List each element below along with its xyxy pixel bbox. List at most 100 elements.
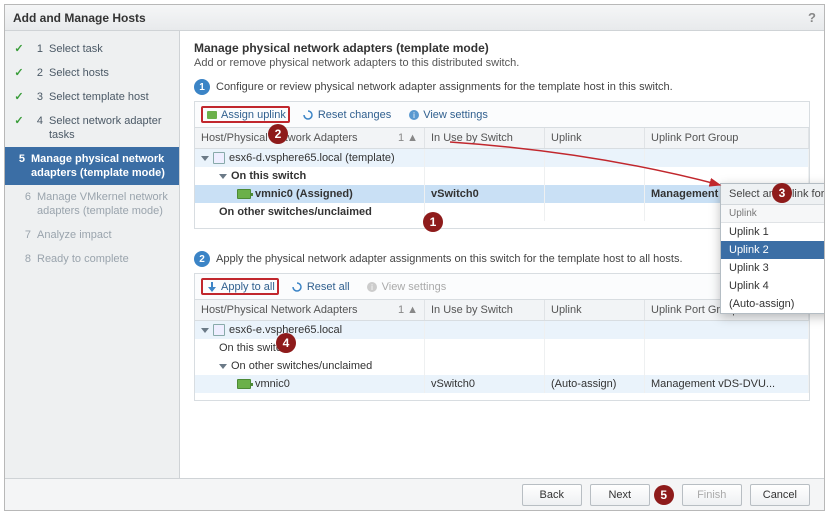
- section-1-text: Configure or review physical network ada…: [216, 81, 673, 93]
- check-icon: ✓: [13, 90, 25, 104]
- col-portgroup[interactable]: Uplink Port Group: [645, 128, 809, 148]
- col-adapters[interactable]: Host/Physical Network Adapters 1 ▲: [195, 128, 425, 148]
- col-inuse[interactable]: In Use by Switch: [425, 300, 545, 320]
- main-panel: Manage physical network adapters (templa…: [180, 31, 824, 478]
- col-inuse[interactable]: In Use by Switch: [425, 128, 545, 148]
- group-label: On this switch: [231, 170, 306, 182]
- host-row[interactable]: esx6-d.vsphere65.local (template): [195, 149, 809, 167]
- popup-header: Uplink Assigned Adapter: [721, 205, 824, 223]
- step-label: Manage physical network adapters (templa…: [31, 152, 171, 180]
- popup-row-autoassign[interactable]: (Auto-assign): [721, 295, 824, 313]
- next-button[interactable]: Next: [590, 484, 650, 506]
- group-label: On other switches/unclaimed: [219, 206, 372, 218]
- expand-icon[interactable]: [219, 174, 227, 179]
- expand-icon[interactable]: [201, 328, 209, 333]
- apply-to-all-button[interactable]: Apply to all: [201, 278, 279, 295]
- reset-changes-label: Reset changes: [318, 109, 391, 121]
- step-num: 1: [31, 42, 43, 56]
- popup-col-uplink: Uplink: [721, 205, 824, 222]
- assign-uplink-label: Assign uplink: [221, 109, 286, 121]
- host-icon: [213, 324, 225, 336]
- uplink-cell: [545, 185, 645, 203]
- grid-1-body: esx6-d.vsphere65.local (template) On thi…: [194, 149, 810, 229]
- vmnic-row[interactable]: vmnic0 (Assigned) vSwitch0 Management vD…: [195, 185, 809, 203]
- reset-all-button[interactable]: Reset all: [287, 278, 354, 295]
- popup-row-uplink2[interactable]: Uplink 2--: [721, 241, 824, 259]
- vmnic-label: vmnic0: [255, 378, 290, 390]
- step-num: 4: [31, 114, 43, 128]
- reset-all-label: Reset all: [307, 281, 350, 293]
- cancel-button[interactable]: Cancel: [750, 484, 810, 506]
- reset-changes-button[interactable]: Reset changes: [298, 106, 395, 123]
- group-label: On other switches/unclaimed: [231, 360, 372, 372]
- section-2-line: 2 Apply the physical network adapter ass…: [194, 251, 810, 267]
- info-icon: i: [407, 108, 420, 121]
- section-2-text: Apply the physical network adapter assig…: [216, 253, 683, 265]
- col-uplink[interactable]: Uplink: [545, 300, 645, 320]
- popup-row-uplink1[interactable]: Uplink 1vmnic0: [721, 223, 824, 241]
- reset-icon: [302, 108, 315, 121]
- page-subtitle: Add or remove physical network adapters …: [194, 57, 810, 69]
- toolbar-2: Apply to all Reset all i View settings: [194, 273, 810, 299]
- dialog-title: Add and Manage Hosts: [13, 11, 146, 25]
- host-icon: [213, 152, 225, 164]
- other-switches-row[interactable]: On other switches/unclaimed: [195, 203, 809, 221]
- step-label: Select task: [49, 42, 103, 56]
- wizard-step-6[interactable]: 6 Manage VMkernel network adapters (temp…: [5, 185, 179, 223]
- assign-uplink-button[interactable]: Assign uplink: [201, 106, 290, 123]
- view-settings-label: View settings: [423, 109, 488, 121]
- grid-2-header: Host/Physical Network Adapters 1 ▲ In Us…: [194, 299, 810, 321]
- reset-icon: [291, 280, 304, 293]
- view-settings-button[interactable]: i View settings: [403, 106, 492, 123]
- wizard-step-5[interactable]: 5 Manage physical network adapters (temp…: [5, 147, 179, 185]
- annotation-5: 5: [654, 485, 674, 505]
- uplink-popup: Select an Uplink for vmnic0 Uplink Assig…: [720, 183, 824, 314]
- annotation-4: 4: [276, 333, 296, 353]
- step-label: Manage VMkernel network adapters (templa…: [37, 190, 171, 218]
- back-button[interactable]: Back: [522, 484, 582, 506]
- step-num: 8: [19, 252, 31, 266]
- section-number-icon: 2: [194, 251, 210, 267]
- popup-row-uplink3[interactable]: Uplink 3--: [721, 259, 824, 277]
- wizard-step-2[interactable]: ✓ 2 Select hosts: [5, 61, 179, 85]
- wizard-step-8[interactable]: 8 Ready to complete: [5, 247, 179, 271]
- check-icon: ✓: [13, 66, 25, 80]
- annotation-3: 3: [772, 183, 792, 203]
- expand-icon[interactable]: [219, 364, 227, 369]
- wizard-step-3[interactable]: ✓ 3 Select template host: [5, 85, 179, 109]
- col-uplink[interactable]: Uplink: [545, 128, 645, 148]
- step-num: 7: [19, 228, 31, 242]
- wizard-step-1[interactable]: ✓ 1 Select task: [5, 37, 179, 61]
- annotation-1: 1: [423, 212, 443, 232]
- wizard-step-7[interactable]: 7 Analyze impact: [5, 223, 179, 247]
- section-1-line: 1 Configure or review physical network a…: [194, 79, 810, 95]
- nic-icon: [237, 189, 251, 199]
- wizard-step-4[interactable]: ✓ 4 Select network adapter tasks: [5, 109, 179, 147]
- other-switches-row[interactable]: On other switches/unclaimed: [195, 357, 809, 375]
- toolbar-1: Assign uplink Reset changes i View setti…: [194, 101, 810, 127]
- step-num: 5: [13, 152, 25, 166]
- info-icon: i: [366, 280, 379, 293]
- portgroup-cell: Management vDS-DVU...: [645, 375, 809, 393]
- col-adapters[interactable]: Host/Physical Network Adapters 1 ▲: [195, 300, 425, 320]
- view-settings-label: View settings: [382, 281, 447, 293]
- popup-row-uplink4[interactable]: Uplink 4--: [721, 277, 824, 295]
- dialog-footer: Back Next 5 Finish Cancel: [5, 478, 824, 510]
- help-icon[interactable]: ?: [808, 10, 816, 25]
- section-number-icon: 1: [194, 79, 210, 95]
- step-label: Select network adapter tasks: [49, 114, 171, 142]
- page-heading: Manage physical network adapters (templa…: [194, 41, 810, 55]
- annotation-2: 2: [268, 124, 288, 144]
- vswitch-cell: vSwitch0: [425, 185, 545, 203]
- titlebar: Add and Manage Hosts ?: [5, 5, 824, 31]
- vmnic-row[interactable]: vmnic0 vSwitch0 (Auto-assign) Management…: [195, 375, 809, 393]
- assign-icon: [205, 108, 218, 121]
- step-label: Analyze impact: [37, 228, 112, 242]
- on-this-switch-row[interactable]: On this switch: [195, 167, 809, 185]
- step-num: 2: [31, 66, 43, 80]
- view-settings-button-2: i View settings: [362, 278, 451, 295]
- apply-icon: [205, 280, 218, 293]
- vmnic-label: vmnic0 (Assigned): [255, 188, 353, 200]
- wizard-sidebar: ✓ 1 Select task ✓ 2 Select hosts ✓ 3 Sel…: [5, 31, 180, 478]
- expand-icon[interactable]: [201, 156, 209, 161]
